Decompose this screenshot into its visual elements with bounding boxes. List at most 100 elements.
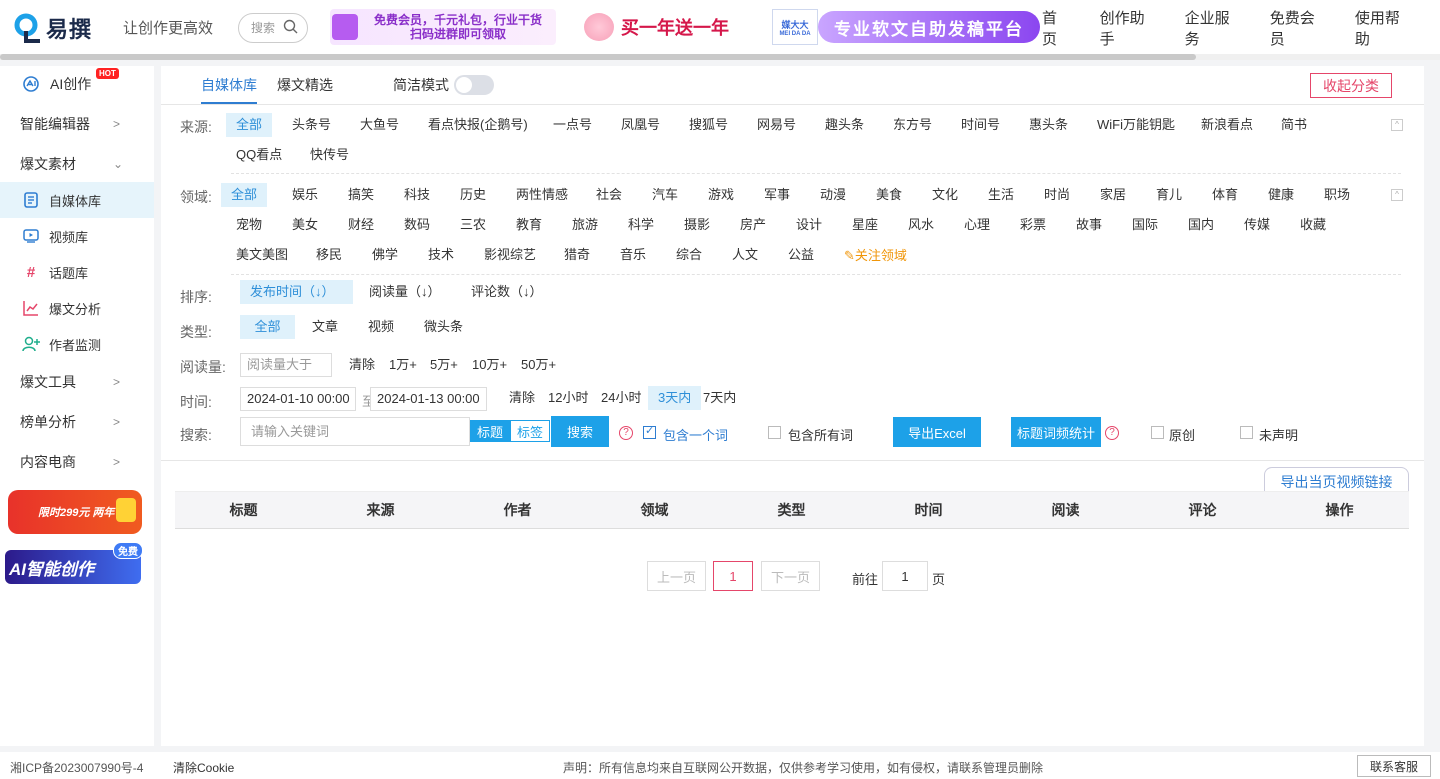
source-option[interactable]: 大鱼号	[350, 113, 409, 137]
promo-299-banner[interactable]: 限时299元 两年	[8, 490, 142, 534]
current-page[interactable]: 1	[713, 561, 753, 591]
domain-option[interactable]: 收藏	[1290, 213, 1336, 237]
domain-option[interactable]: 教育	[506, 213, 552, 237]
source-option[interactable]: 看点快报(企鹅号)	[418, 113, 538, 137]
read-50k[interactable]: 5万+	[420, 353, 468, 377]
source-option[interactable]: WiFi万能钥匙	[1087, 113, 1185, 137]
sort-publish-time[interactable]: 发布时间（↓）	[240, 280, 353, 304]
source-option[interactable]: 时间号	[951, 113, 1010, 137]
domain-option[interactable]: 摄影	[674, 213, 720, 237]
domain-option[interactable]: 科技	[394, 183, 440, 207]
domain-option[interactable]: 游戏	[698, 183, 744, 207]
sidebar-item-topic-library[interactable]: # 话题库	[0, 254, 154, 290]
domain-option[interactable]: 搞笑	[338, 183, 384, 207]
domain-option[interactable]: 体育	[1202, 183, 1248, 207]
source-option[interactable]: 网易号	[747, 113, 806, 137]
sidebar-item-material[interactable]: 爆文素材 ⌄	[0, 146, 154, 182]
banner-free-member[interactable]: 免费会员，千元礼包，行业干货 扫码进群即可领取	[330, 9, 556, 45]
domain-option[interactable]: 移民	[306, 243, 352, 267]
contact-support-button[interactable]: 联系客服	[1357, 755, 1431, 777]
nav-free-member[interactable]: 免费会员	[1270, 7, 1325, 49]
sidebar-item-article-analysis[interactable]: 爆文分析	[0, 290, 154, 326]
domain-option[interactable]: 汽车	[642, 183, 688, 207]
fold-icon[interactable]: ^	[1391, 119, 1403, 131]
type-video[interactable]: 视频	[358, 315, 404, 339]
sidebar-item-editor[interactable]: 智能编辑器 >	[0, 106, 154, 142]
domain-option[interactable]: 育儿	[1146, 183, 1192, 207]
source-option[interactable]: 一点号	[543, 113, 602, 137]
tab-media-library[interactable]: 自媒体库	[201, 66, 257, 104]
export-excel-button[interactable]: 导出Excel	[893, 417, 981, 447]
domain-option[interactable]: 猎奇	[554, 243, 600, 267]
source-option[interactable]: 头条号	[282, 113, 341, 137]
domain-option[interactable]: 社会	[586, 183, 632, 207]
domain-option[interactable]: 科学	[618, 213, 664, 237]
domain-option[interactable]: 时尚	[1034, 183, 1080, 207]
icp-link[interactable]: 湘ICP备2023007990号-4	[10, 759, 143, 776]
help-icon[interactable]: ?	[1105, 426, 1119, 440]
fold-icon[interactable]: ^	[1391, 189, 1403, 201]
keyword-input[interactable]: 请输入关键词	[240, 417, 470, 446]
title-tag-button[interactable]: 标题	[470, 420, 510, 442]
sidebar-item-tools[interactable]: 爆文工具 >	[0, 364, 154, 400]
domain-option[interactable]: 综合	[666, 243, 712, 267]
domain-option[interactable]: 美食	[866, 183, 912, 207]
domain-option[interactable]: 设计	[786, 213, 832, 237]
domain-option[interactable]: 军事	[754, 183, 800, 207]
time-start-input[interactable]: 2024-01-10 00:00	[240, 387, 356, 411]
domain-option[interactable]: 彩票	[1010, 213, 1056, 237]
time-7d[interactable]: 7天内	[693, 386, 746, 410]
domain-option[interactable]: 音乐	[610, 243, 656, 267]
domain-option[interactable]: 宠物	[226, 213, 272, 237]
read-500k[interactable]: 50万+	[511, 353, 566, 377]
sort-reads[interactable]: 阅读量（↓）	[359, 280, 451, 304]
domain-option[interactable]: 旅游	[562, 213, 608, 237]
source-option[interactable]: 新浪看点	[1191, 113, 1263, 137]
sidebar-item-video-library[interactable]: 视频库	[0, 218, 154, 254]
simple-mode-toggle[interactable]: 简洁模式	[393, 75, 494, 95]
banner-buy-one-year[interactable]: 买一年送一年	[580, 9, 742, 45]
label-tag-button[interactable]: 标签	[510, 420, 550, 442]
horizontal-scrollbar[interactable]	[0, 54, 1440, 60]
search-icon[interactable]	[283, 19, 298, 37]
sort-comments[interactable]: 评论数（↓）	[461, 280, 553, 304]
domain-option[interactable]: 数码	[394, 213, 440, 237]
read-100k[interactable]: 10万+	[462, 353, 517, 377]
help-icon[interactable]: ?	[619, 426, 633, 440]
header-search[interactable]: 搜索	[238, 12, 308, 43]
domain-option[interactable]: 两性情感	[506, 183, 578, 207]
time-end-input[interactable]: 2024-01-13 00:00	[370, 387, 487, 411]
nav-help[interactable]: 使用帮助	[1355, 7, 1410, 49]
domain-option[interactable]: 国内	[1178, 213, 1224, 237]
domain-option[interactable]: 健康	[1258, 183, 1304, 207]
domain-option[interactable]: 家居	[1090, 183, 1136, 207]
domain-option[interactable]: 国际	[1122, 213, 1168, 237]
prev-page-button[interactable]: 上一页	[647, 561, 706, 591]
logo[interactable]: 易撰	[14, 12, 110, 44]
promo-ai-banner[interactable]: AI智能创作 免费	[5, 542, 143, 584]
domain-option[interactable]: 全部	[221, 183, 268, 207]
domain-option[interactable]: 财经	[338, 213, 384, 237]
contains-one-checkbox[interactable]	[643, 424, 656, 439]
undeclared-checkbox[interactable]	[1240, 426, 1253, 439]
banner-meidada[interactable]: 媒大大 MEI DA DA 专业软文自助发稿平台	[772, 9, 1040, 45]
type-article[interactable]: 文章	[302, 315, 348, 339]
clear-cookie-link[interactable]: 清除Cookie	[173, 759, 234, 776]
domain-option[interactable]: 影视综艺	[474, 243, 546, 267]
search-button[interactable]: 搜索	[551, 416, 609, 447]
domain-option[interactable]: 佛学	[362, 243, 408, 267]
tab-hot-articles[interactable]: 爆文精选	[277, 66, 333, 104]
domain-option[interactable]: 美女	[282, 213, 328, 237]
contains-all-checkbox[interactable]	[768, 426, 781, 439]
domain-option[interactable]: 三农	[450, 213, 496, 237]
domain-option[interactable]: 人文	[722, 243, 768, 267]
source-option[interactable]: 快传号	[300, 143, 359, 167]
domain-option[interactable]: 房产	[730, 213, 776, 237]
domain-option[interactable]: 传媒	[1234, 213, 1280, 237]
source-option[interactable]: 趣头条	[815, 113, 874, 137]
type-all[interactable]: 全部	[240, 315, 295, 339]
domain-option[interactable]: 生活	[978, 183, 1024, 207]
next-page-button[interactable]: 下一页	[761, 561, 820, 591]
sidebar-item-author-monitor[interactable]: 作者监测	[0, 326, 154, 362]
nav-enterprise[interactable]: 企业服务	[1185, 7, 1240, 49]
